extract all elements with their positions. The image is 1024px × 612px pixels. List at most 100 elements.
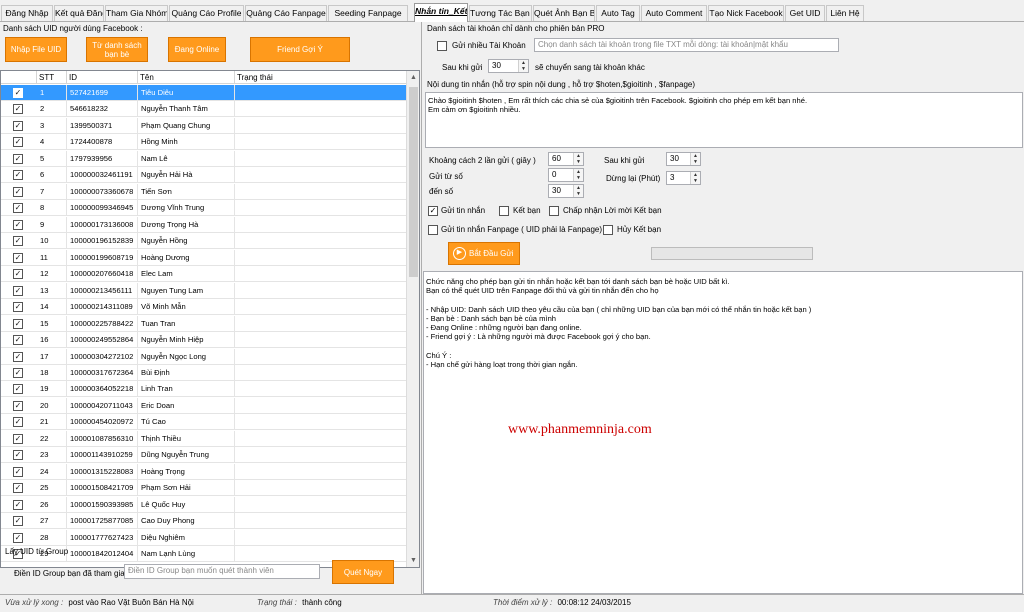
fanpage-message-checkbox[interactable] [428,225,438,235]
scroll-down-icon[interactable]: ▼ [407,554,419,567]
tab-9[interactable]: Quét Ảnh Bạn Bè [533,5,595,21]
row-checkbox[interactable]: ✓ [13,532,23,543]
tab-4[interactable]: Quảng Cáo Profile [169,5,244,21]
to-spinner[interactable]: 30 ▲ ▼ [548,184,584,198]
spinner-arrows-icon[interactable]: ▲ ▼ [518,60,528,72]
row-checkbox[interactable]: ✓ [13,153,23,164]
table-row[interactable]: ✓ 4 1724400878 Hồng Minh [1,134,407,151]
row-checkbox[interactable]: ✓ [13,351,23,362]
row-checkbox[interactable]: ✓ [13,384,23,395]
row-checkbox[interactable]: ✓ [13,302,23,313]
tab-2[interactable]: Kết quả Đăng [54,5,104,21]
friend-suggest-button[interactable]: Friend Gợi Ý [250,37,350,62]
table-row[interactable]: ✓ 23 100001143910259 Dũng Nguyễn Trung [1,447,407,464]
table-row[interactable]: ✓ 7 100000073360678 Tiến Sơn [1,183,407,200]
table-row[interactable]: ✓ 8 100000099346945 Dương Vĩnh Trung [1,200,407,217]
column-header-status[interactable]: Trạng thái [235,71,407,84]
tab-11[interactable]: Auto Comment [641,5,707,21]
row-checkbox[interactable]: ✓ [13,466,23,477]
table-row[interactable]: ✓ 13 100000213456111 Nguyen Tung Lam [1,282,407,299]
table-row[interactable]: ✓ 14 100000214311089 Võ Minh Mẫn [1,299,407,316]
row-checkbox[interactable]: ✓ [13,318,23,329]
row-checkbox[interactable]: ✓ [13,335,23,346]
pause-spinner[interactable]: 3 ▲ ▼ [666,171,701,185]
message-textarea[interactable]: Chào $gioitinh $hoten , Em rất thích các… [425,92,1023,148]
table-row[interactable]: ✓ 26 100001590393985 Lê Quốc Huy [1,496,407,513]
table-row[interactable]: ✓ 11 100000199608719 Hoàng Dương [1,249,407,266]
table-scrollbar[interactable]: ▲ ▼ [406,71,419,567]
interval-spinner[interactable]: 60 ▲ ▼ [548,152,584,166]
row-checkbox[interactable]: ✓ [13,252,23,263]
group-id-input[interactable]: Điền ID Group bạn muốn quét thành viên [124,564,320,579]
spinner-arrows-icon[interactable]: ▲ ▼ [690,153,700,165]
table-row[interactable]: ✓ 20 100000420711043 Eric Doan [1,397,407,414]
scan-now-button[interactable]: Quét Ngay [332,560,394,584]
table-row[interactable]: ✓ 22 100001087856310 Thịnh Thiều [1,430,407,447]
table-row[interactable]: ✓ 28 100001777627423 Diệu Nghiêm [1,529,407,546]
spinner-arrows-icon[interactable]: ▲ ▼ [690,172,700,184]
help-textarea[interactable]: Chức năng cho phép bạn gửi tin nhắn hoặc… [423,271,1023,594]
row-checkbox[interactable]: ✓ [13,417,23,428]
row-checkbox[interactable]: ✓ [13,269,23,280]
row-checkbox[interactable]: ✓ [13,88,23,98]
tab-12[interactable]: Tạo Nick Facebook [708,5,784,21]
after-send-spinner[interactable]: 30 ▲ ▼ [488,59,529,73]
row-checkbox[interactable]: ✓ [13,186,23,197]
table-row[interactable]: ✓ 10 100000196152839 Nguyễn Hồng [1,233,407,250]
unfriend-checkbox[interactable] [603,225,613,235]
row-checkbox[interactable]: ✓ [13,236,23,247]
from-spinner[interactable]: 0 ▲ ▼ [548,168,584,182]
table-row[interactable]: ✓ 5 1797939956 Nam Lê [1,150,407,167]
table-row[interactable]: ✓ 19 100000364052218 Linh Tran [1,381,407,398]
spinner-arrows-icon[interactable]: ▲ ▼ [573,185,583,197]
table-row[interactable]: ✓ 2 546618232 Nguyễn Thanh Tâm [1,101,407,118]
table-row[interactable]: ✓ 24 100001315228083 Hoàng Trọng [1,463,407,480]
row-checkbox[interactable]: ✓ [13,137,23,148]
row-checkbox[interactable]: ✓ [13,433,23,444]
column-header-id[interactable]: ID [67,71,138,84]
uid-table[interactable]: STT ID Tên Trạng thái ✓ 1 527421699 Tiêu Di… [0,70,420,568]
tab-14[interactable]: Liên Hệ [826,5,864,21]
tab-3[interactable]: Tham Gia Nhóm [105,5,168,21]
friends-list-button[interactable]: Từ danh sách bạn bè [86,37,148,62]
table-row[interactable]: ✓ 6 100000032461191 Nguyễn Hải Hà [1,167,407,184]
tab-10[interactable]: Auto Tag [596,5,640,21]
spinner-arrows-icon[interactable]: ▲ ▼ [573,153,583,165]
table-row[interactable]: ✓ 27 100001725877085 Cao Duy Phong [1,513,407,530]
table-row[interactable]: ✓ 18 100000317672364 Bùi Định [1,364,407,381]
spinner-arrows-icon[interactable]: ▲ ▼ [573,169,583,181]
accept-invites-checkbox[interactable] [549,206,559,216]
tab-6[interactable]: Seeding Fanpage [328,5,408,21]
import-uid-button[interactable]: Nhập File UID [5,37,67,62]
tab-8[interactable]: Tương Tác Bạn Bè [469,5,532,21]
column-header-stt[interactable]: STT [37,71,67,84]
scroll-thumb[interactable] [409,87,418,277]
tab-1[interactable]: Đăng Nhập [1,5,53,21]
row-checkbox[interactable]: ✓ [13,450,23,461]
scroll-up-icon[interactable]: ▲ [407,71,419,84]
table-row[interactable]: ✓ 1 527421699 Tiêu Diêu [1,85,407,101]
tab-13[interactable]: Get UID [785,5,825,21]
row-checkbox[interactable]: ✓ [13,400,23,411]
tab-5[interactable]: Quảng Cáo Fanpage [245,5,327,21]
row-checkbox[interactable]: ✓ [13,170,23,181]
column-header-name[interactable]: Tên [138,71,235,84]
row-checkbox[interactable]: ✓ [13,499,23,510]
row-checkbox[interactable]: ✓ [13,104,23,115]
row-checkbox[interactable]: ✓ [13,367,23,378]
row-checkbox[interactable]: ✓ [13,219,23,230]
account-file-input[interactable]: Chọn danh sách tài khoản trong file TXT … [534,38,839,52]
send-message-checkbox[interactable]: ✓ [428,206,438,216]
online-button[interactable]: Đang Online [168,37,226,62]
row-checkbox[interactable]: ✓ [13,203,23,214]
table-row[interactable]: ✓ 12 100000207660418 Elec Lam [1,266,407,283]
table-row[interactable]: ✓ 21 100000454020972 Tú Cao [1,414,407,431]
row-checkbox[interactable]: ✓ [13,120,23,131]
table-row[interactable]: ✓ 9 100000173136008 Dương Trọng Hà [1,216,407,233]
row-checkbox[interactable]: ✓ [13,516,23,527]
table-row[interactable]: ✓ 16 100000249552864 Nguyễn Minh Hiệp [1,332,407,349]
row-checkbox[interactable]: ✓ [13,285,23,296]
table-row[interactable]: ✓ 17 100000304272102 Nguyễn Ngọc Long [1,348,407,365]
start-send-button[interactable]: ▶ Bắt Đầu Gửi [448,242,520,265]
after-send-2-spinner[interactable]: 30 ▲ ▼ [666,152,701,166]
